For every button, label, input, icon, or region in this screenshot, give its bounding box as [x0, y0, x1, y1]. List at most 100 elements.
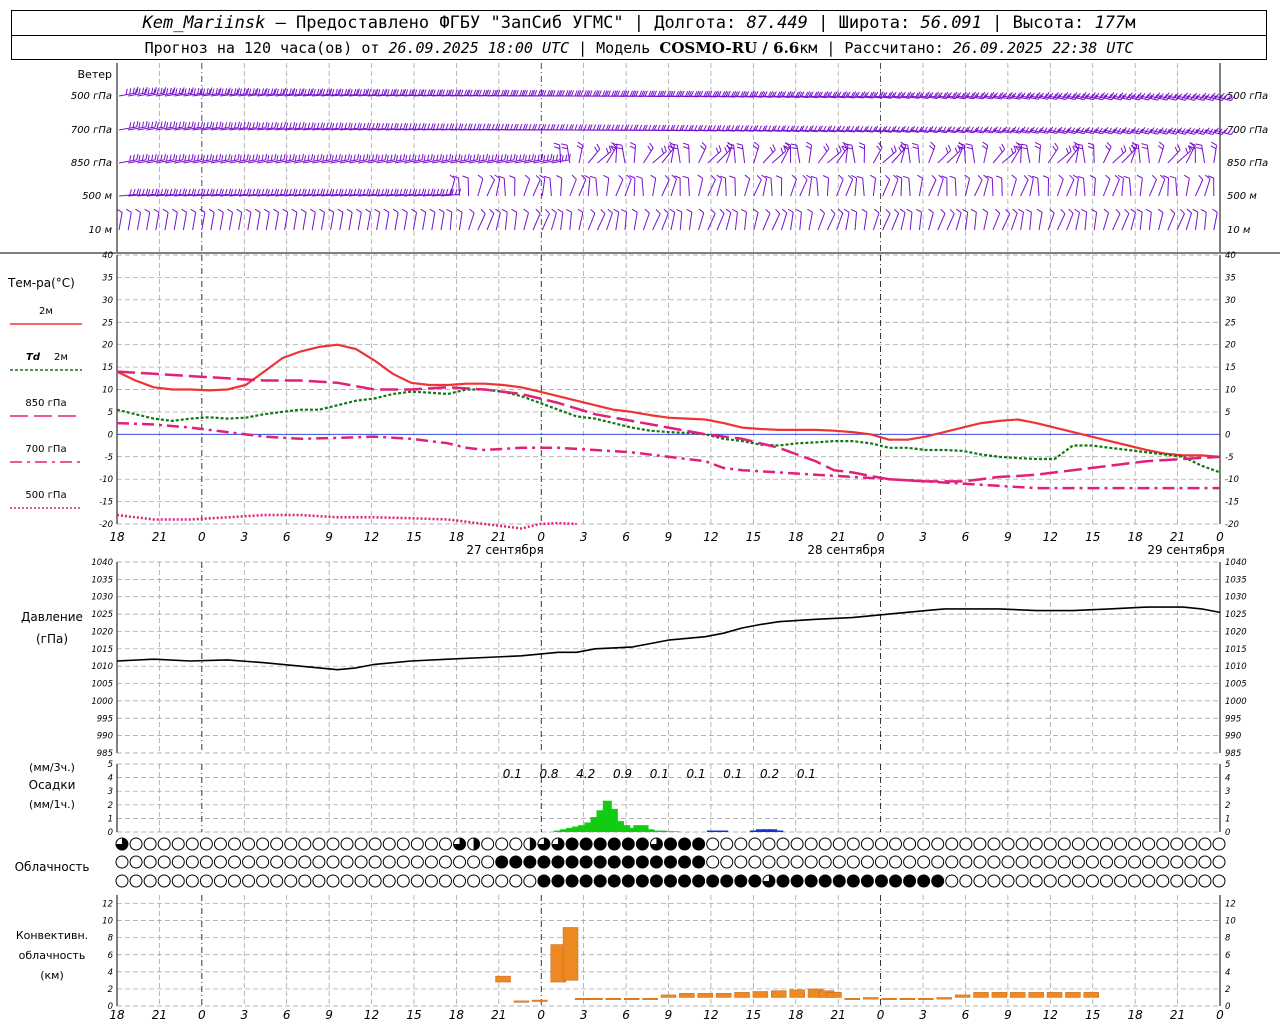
wind-barb-flag: [546, 124, 550, 131]
wind-barb-flag: [458, 153, 461, 160]
wind-barb-flag: [663, 208, 669, 214]
wind-barb-flag: [248, 88, 252, 95]
convective-bar: [715, 992, 732, 998]
wind-barb-flag: [405, 89, 409, 96]
wind-barb-flag: [442, 89, 445, 96]
wind-barb-flag: [160, 121, 163, 128]
wind-barb-flag: [552, 155, 555, 162]
wind-barb-flag: [1068, 145, 1072, 152]
wind-barb-flag: [644, 208, 650, 214]
bottom-hour-tick: 6: [622, 1008, 630, 1022]
wind-barb-flag: [528, 123, 532, 130]
wind-barb-flag: [267, 122, 270, 129]
wind-barb-flag: [390, 154, 393, 161]
precip-unit-3h: (мм/3ч.): [29, 761, 75, 774]
wind-barb-flag: [1170, 208, 1176, 214]
wind-barb: [1102, 212, 1110, 231]
cloud-circle-fill: [734, 875, 747, 887]
wind-barb-flag: [661, 147, 665, 154]
wind-barb-flag: [511, 208, 517, 213]
temp-hour-tick: 9: [325, 530, 333, 544]
cloud-circle: [1198, 837, 1212, 851]
wind-barb: [210, 212, 215, 231]
wind-barb-flag: [394, 122, 397, 129]
temp-hour-tick: 3: [240, 530, 248, 544]
wind-barb: [688, 144, 690, 164]
wind-barb-flag: [381, 154, 384, 161]
pressure-ytick-left: 985: [97, 749, 113, 759]
wind-barb: [1167, 149, 1181, 164]
wind-barb-flag: [175, 189, 178, 196]
wind-barb-flag: [236, 208, 242, 213]
wind-barb: [1146, 145, 1150, 164]
wind-barb-flag: [237, 87, 240, 94]
wind-barb: [247, 159, 266, 164]
wind-barb: [606, 147, 617, 164]
wind-barb-flag: [215, 188, 219, 195]
wind-barb-flag: [931, 174, 937, 180]
wind-barb: [458, 212, 463, 231]
temp-ytick-left: 30: [102, 296, 113, 306]
cloud-circle: [776, 837, 790, 851]
wind-barb-flag: [1200, 208, 1207, 213]
wind-barb-flag: [375, 88, 379, 95]
cloud-circle-fill: [833, 875, 846, 887]
wind-barb-flag: [1195, 143, 1202, 146]
wind-barb: [486, 159, 505, 164]
wind-barb-flag: [418, 89, 421, 96]
wind-barb: [733, 145, 736, 164]
cloud-circle: [1142, 837, 1156, 851]
wind-barb-flag: [359, 189, 362, 196]
wind-barb-flag: [294, 122, 298, 129]
cloud-circle: [1057, 837, 1071, 851]
wind-barb: [771, 213, 781, 231]
convective-bar: [1010, 992, 1026, 998]
wind-barb-flag: [366, 188, 370, 195]
wind-barb-flag: [320, 188, 324, 195]
wind-barb-flag: [246, 188, 250, 195]
wind-barb-flag: [541, 123, 545, 130]
wind-barb-flag: [375, 153, 378, 160]
wind-barb-flag: [534, 90, 538, 97]
cloud-circle: [326, 837, 340, 851]
cloud-circle: [354, 837, 368, 851]
wind-barb-flag: [725, 208, 732, 213]
wind-barb-flag: [215, 154, 218, 161]
wind-barb: [909, 212, 913, 231]
wind-barb-flag: [291, 208, 298, 213]
precip-3h-label: 0.2: [760, 767, 779, 781]
wind-barb-flag: [219, 87, 222, 94]
cloud-circle-fill: [805, 875, 818, 887]
convective-ytick-right: 12: [1225, 900, 1236, 910]
wind-barb-flag: [292, 88, 296, 95]
wind-barb: [753, 179, 762, 197]
wind-barb-flag: [202, 122, 206, 129]
wind-barb-flag: [476, 123, 480, 130]
wind-barb-flag: [565, 154, 568, 161]
wind-barb-flag: [676, 208, 683, 213]
cloud-circle: [720, 837, 734, 851]
wind-barb-flag: [372, 88, 375, 95]
wind-barb: [192, 212, 197, 231]
wind-barb: [495, 178, 501, 197]
wind-barb-flag: [156, 189, 160, 196]
wind-barb: [266, 159, 285, 164]
wind-barb-flag: [589, 175, 596, 179]
cloud-circle: [368, 837, 382, 851]
wind-barb: [1112, 213, 1121, 231]
cloud-circle: [1015, 855, 1029, 869]
cloud-circle-fill: [636, 838, 649, 850]
wind-barb: [1047, 147, 1059, 164]
wind-barb: [891, 213, 900, 231]
wind-barb-flag: [326, 88, 329, 95]
wind-barb: [753, 212, 759, 231]
wind-barb-flag: [246, 121, 250, 128]
cloud-circle-fill: [622, 875, 635, 887]
wind-barb-flag: [243, 122, 246, 129]
cloud-circle: [1212, 874, 1226, 888]
pressure-ytick-right: 1040: [1225, 558, 1247, 568]
wind-barb: [633, 177, 636, 197]
wind-barb-flag: [239, 189, 243, 196]
wind-barb-flag: [590, 208, 596, 214]
wind-barb-flag: [233, 154, 237, 161]
